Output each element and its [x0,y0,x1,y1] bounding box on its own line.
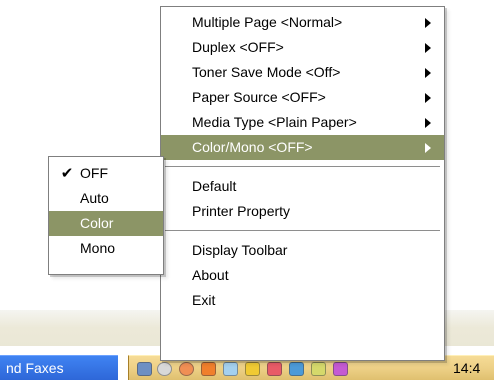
menu-item-label: Exit [192,292,216,308]
menu-item-duplex[interactable]: Duplex <OFF> [161,35,444,60]
submenu-item-auto[interactable]: Auto [49,186,163,211]
submenu-arrow-icon [425,43,431,53]
clock-text: 14:4 [453,360,481,376]
taskbar-button-label: nd Faxes [6,360,64,376]
submenu-item-label: Mono [80,240,116,256]
submenu-arrow-icon [425,118,431,128]
menu-item-multiple-page[interactable]: Multiple Page <Normal> [161,10,444,35]
submenu-item-color[interactable]: Color [49,211,163,236]
menu-item-exit[interactable]: Exit [161,288,444,313]
printer-icon[interactable] [137,362,152,376]
submenu-arrow-icon [425,93,431,103]
power-icon[interactable] [179,362,194,376]
checkmark-icon: ✔ [60,165,74,182]
alert-icon[interactable] [267,362,282,376]
menu-item-label: Paper Source <OFF> [192,89,326,105]
taskbar-window-button[interactable]: nd Faxes [0,355,118,380]
utility-icon[interactable] [223,362,238,376]
volume-icon[interactable] [311,362,326,376]
menu-item-label: Toner Save Mode <Off> [192,64,341,80]
tool-icon[interactable] [245,362,260,376]
menu-item-label: Color/Mono <OFF> [192,139,313,155]
menu-separator [165,166,440,167]
security-icon[interactable] [201,362,216,376]
printer-context-menu: Multiple Page <Normal> Duplex <OFF> Tone… [160,6,445,361]
menu-item-label: Default [192,178,237,194]
menu-item-label: About [192,267,229,283]
menu-item-label: Multiple Page <Normal> [192,14,343,30]
submenu-item-label: OFF [80,165,108,181]
menu-item-toner-save-mode[interactable]: Toner Save Mode <Off> [161,60,444,85]
menu-item-label: Media Type <Plain Paper> [192,114,357,130]
submenu-arrow-icon [425,68,431,78]
submenu-arrow-icon [425,143,431,153]
network-icon[interactable] [157,362,172,376]
menu-item-label: Duplex <OFF> [192,39,284,55]
menu-separator [165,230,440,231]
color-mono-submenu: ✔ OFF Auto Color Mono [48,156,164,275]
display-icon[interactable] [289,362,304,376]
menu-item-display-toolbar[interactable]: Display Toolbar [161,238,444,263]
menu-item-label: Display Toolbar [192,242,288,258]
messenger-icon[interactable] [333,362,348,376]
desktop-screen: Multiple Page <Normal> Duplex <OFF> Tone… [0,0,494,380]
menu-item-default[interactable]: Default [161,174,444,199]
submenu-arrow-icon [425,18,431,28]
menu-item-media-type[interactable]: Media Type <Plain Paper> [161,110,444,135]
submenu-item-mono[interactable]: Mono [49,236,163,261]
submenu-item-off[interactable]: ✔ OFF [49,161,163,186]
menu-item-about[interactable]: About [161,263,444,288]
menu-item-paper-source[interactable]: Paper Source <OFF> [161,85,444,110]
submenu-item-label: Auto [80,190,109,206]
menu-item-color-mono[interactable]: Color/Mono <OFF> [161,135,444,160]
submenu-item-label: Color [80,215,114,231]
menu-item-printer-property[interactable]: Printer Property [161,199,444,224]
menu-item-label: Printer Property [192,203,291,219]
